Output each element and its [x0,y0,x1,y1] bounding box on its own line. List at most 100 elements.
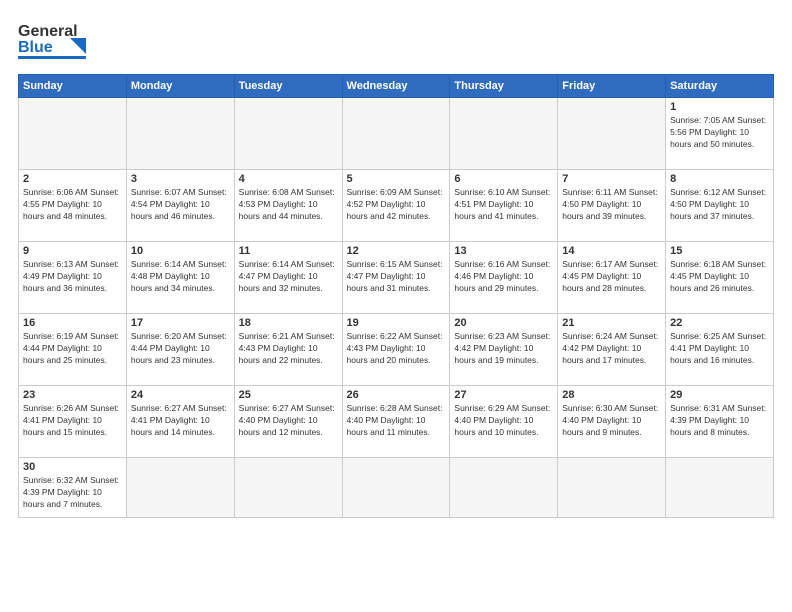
day-info: Sunrise: 6:17 AM Sunset: 4:45 PM Dayligh… [562,259,661,295]
calendar-cell: 27 Sunrise: 6:29 AM Sunset: 4:40 PM Dayli… [450,386,558,458]
day-info: Sunrise: 6:14 AM Sunset: 4:48 PM Dayligh… [131,259,230,295]
calendar-cell: 24 Sunrise: 6:27 AM Sunset: 4:41 PM Dayli… [126,386,234,458]
calendar-cell [666,458,774,518]
calendar-cell: 4 Sunrise: 6:08 AM Sunset: 4:53 PM Daylig… [234,170,342,242]
day-number: 14 [562,245,661,257]
logo-area: General Blue [18,16,98,64]
day-number: 1 [670,101,769,113]
day-number: 19 [347,317,446,329]
day-info: Sunrise: 6:26 AM Sunset: 4:41 PM Dayligh… [23,403,122,439]
calendar-cell: 15 Sunrise: 6:18 AM Sunset: 4:45 PM Dayli… [666,242,774,314]
calendar-cell: 21Sunrise: 6:24 AM Sunset: 4:42 PM Dayli… [558,314,666,386]
day-number: 16 [23,317,122,329]
calendar-cell: 26 Sunrise: 6:28 AM Sunset: 4:40 PM Dayli… [342,386,450,458]
day-info: Sunrise: 6:27 AM Sunset: 4:40 PM Dayligh… [239,403,338,439]
calendar-cell: 2 Sunrise: 6:06 AM Sunset: 4:55 PM Daylig… [19,170,127,242]
week-row-2: 9 Sunrise: 6:13 AM Sunset: 4:49 PM Daylig… [19,242,774,314]
day-info: Sunrise: 6:29 AM Sunset: 4:40 PM Dayligh… [454,403,553,439]
calendar-cell: 22 Sunrise: 6:25 AM Sunset: 4:41 PM Dayli… [666,314,774,386]
day-number: 18 [239,317,338,329]
day-info: Sunrise: 6:12 AM Sunset: 4:50 PM Dayligh… [670,187,769,223]
weekday-header-wednesday: Wednesday [342,75,450,98]
weekday-header-sunday: Sunday [19,75,127,98]
calendar-cell: 16Sunrise: 6:19 AM Sunset: 4:44 PM Dayli… [19,314,127,386]
day-info: Sunrise: 6:25 AM Sunset: 4:41 PM Dayligh… [670,331,769,367]
page: General Blue SundayMondayTuesdayWednesda… [0,0,792,528]
calendar-cell: 11Sunrise: 6:14 AM Sunset: 4:47 PM Dayli… [234,242,342,314]
weekday-header-friday: Friday [558,75,666,98]
calendar-cell [342,458,450,518]
day-number: 2 [23,173,122,185]
day-number: 23 [23,389,122,401]
calendar-cell: 19 Sunrise: 6:22 AM Sunset: 4:43 PM Dayli… [342,314,450,386]
day-number: 30 [23,461,122,473]
weekday-header-tuesday: Tuesday [234,75,342,98]
calendar-cell [342,98,450,170]
week-row-0: 1 Sunrise: 7:05 AM Sunset: 5:56 PM Daylig… [19,98,774,170]
day-info: Sunrise: 6:23 AM Sunset: 4:42 PM Dayligh… [454,331,553,367]
day-info: Sunrise: 6:28 AM Sunset: 4:40 PM Dayligh… [347,403,446,439]
calendar-cell: 12Sunrise: 6:15 AM Sunset: 4:47 PM Dayli… [342,242,450,314]
day-info: Sunrise: 6:07 AM Sunset: 4:54 PM Dayligh… [131,187,230,223]
weekday-header-thursday: Thursday [450,75,558,98]
calendar-cell [126,458,234,518]
day-info: Sunrise: 6:22 AM Sunset: 4:43 PM Dayligh… [347,331,446,367]
day-number: 9 [23,245,122,257]
day-info: Sunrise: 6:08 AM Sunset: 4:53 PM Dayligh… [239,187,338,223]
calendar-cell: 8 Sunrise: 6:12 AM Sunset: 4:50 PM Daylig… [666,170,774,242]
week-row-5: 30Sunrise: 6:32 AM Sunset: 4:39 PM Dayli… [19,458,774,518]
day-number: 15 [670,245,769,257]
weekday-header-row: SundayMondayTuesdayWednesdayThursdayFrid… [19,75,774,98]
day-info: Sunrise: 6:21 AM Sunset: 4:43 PM Dayligh… [239,331,338,367]
calendar-cell: 7Sunrise: 6:11 AM Sunset: 4:50 PM Daylig… [558,170,666,242]
day-info: Sunrise: 6:11 AM Sunset: 4:50 PM Dayligh… [562,187,661,223]
day-number: 3 [131,173,230,185]
day-info: Sunrise: 6:10 AM Sunset: 4:51 PM Dayligh… [454,187,553,223]
day-number: 20 [454,317,553,329]
day-info: Sunrise: 7:05 AM Sunset: 5:56 PM Dayligh… [670,115,769,151]
header: General Blue [18,16,774,64]
day-number: 22 [670,317,769,329]
day-info: Sunrise: 6:16 AM Sunset: 4:46 PM Dayligh… [454,259,553,295]
calendar-cell [234,98,342,170]
weekday-header-monday: Monday [126,75,234,98]
weekday-header-saturday: Saturday [666,75,774,98]
day-number: 26 [347,389,446,401]
day-number: 21 [562,317,661,329]
calendar-cell: 20 Sunrise: 6:23 AM Sunset: 4:42 PM Dayli… [450,314,558,386]
calendar-cell: 6Sunrise: 6:10 AM Sunset: 4:51 PM Daylig… [450,170,558,242]
day-number: 29 [670,389,769,401]
day-info: Sunrise: 6:27 AM Sunset: 4:41 PM Dayligh… [131,403,230,439]
day-number: 24 [131,389,230,401]
calendar-cell [19,98,127,170]
day-info: Sunrise: 6:06 AM Sunset: 4:55 PM Dayligh… [23,187,122,223]
week-row-3: 16Sunrise: 6:19 AM Sunset: 4:44 PM Dayli… [19,314,774,386]
day-info: Sunrise: 6:30 AM Sunset: 4:40 PM Dayligh… [562,403,661,439]
calendar-cell [234,458,342,518]
calendar-cell [558,458,666,518]
calendar-cell: 5Sunrise: 6:09 AM Sunset: 4:52 PM Daylig… [342,170,450,242]
week-row-1: 2 Sunrise: 6:06 AM Sunset: 4:55 PM Daylig… [19,170,774,242]
calendar-cell: 9 Sunrise: 6:13 AM Sunset: 4:49 PM Daylig… [19,242,127,314]
calendar-cell: 28Sunrise: 6:30 AM Sunset: 4:40 PM Dayli… [558,386,666,458]
svg-text:Blue: Blue [18,39,53,56]
calendar-table: SundayMondayTuesdayWednesdayThursdayFrid… [18,74,774,518]
calendar-cell: 17Sunrise: 6:20 AM Sunset: 4:44 PM Dayli… [126,314,234,386]
calendar-cell: 1 Sunrise: 7:05 AM Sunset: 5:56 PM Daylig… [666,98,774,170]
day-number: 13 [454,245,553,257]
calendar-cell [450,98,558,170]
calendar-cell: 18 Sunrise: 6:21 AM Sunset: 4:43 PM Dayli… [234,314,342,386]
day-number: 17 [131,317,230,329]
day-number: 27 [454,389,553,401]
day-number: 8 [670,173,769,185]
day-number: 25 [239,389,338,401]
day-number: 4 [239,173,338,185]
logo-svg: General Blue [18,16,98,64]
day-info: Sunrise: 6:13 AM Sunset: 4:49 PM Dayligh… [23,259,122,295]
calendar-cell: 14 Sunrise: 6:17 AM Sunset: 4:45 PM Dayli… [558,242,666,314]
svg-text:General: General [18,23,78,40]
calendar-cell: 29Sunrise: 6:31 AM Sunset: 4:39 PM Dayli… [666,386,774,458]
day-number: 12 [347,245,446,257]
day-info: Sunrise: 6:18 AM Sunset: 4:45 PM Dayligh… [670,259,769,295]
day-info: Sunrise: 6:09 AM Sunset: 4:52 PM Dayligh… [347,187,446,223]
